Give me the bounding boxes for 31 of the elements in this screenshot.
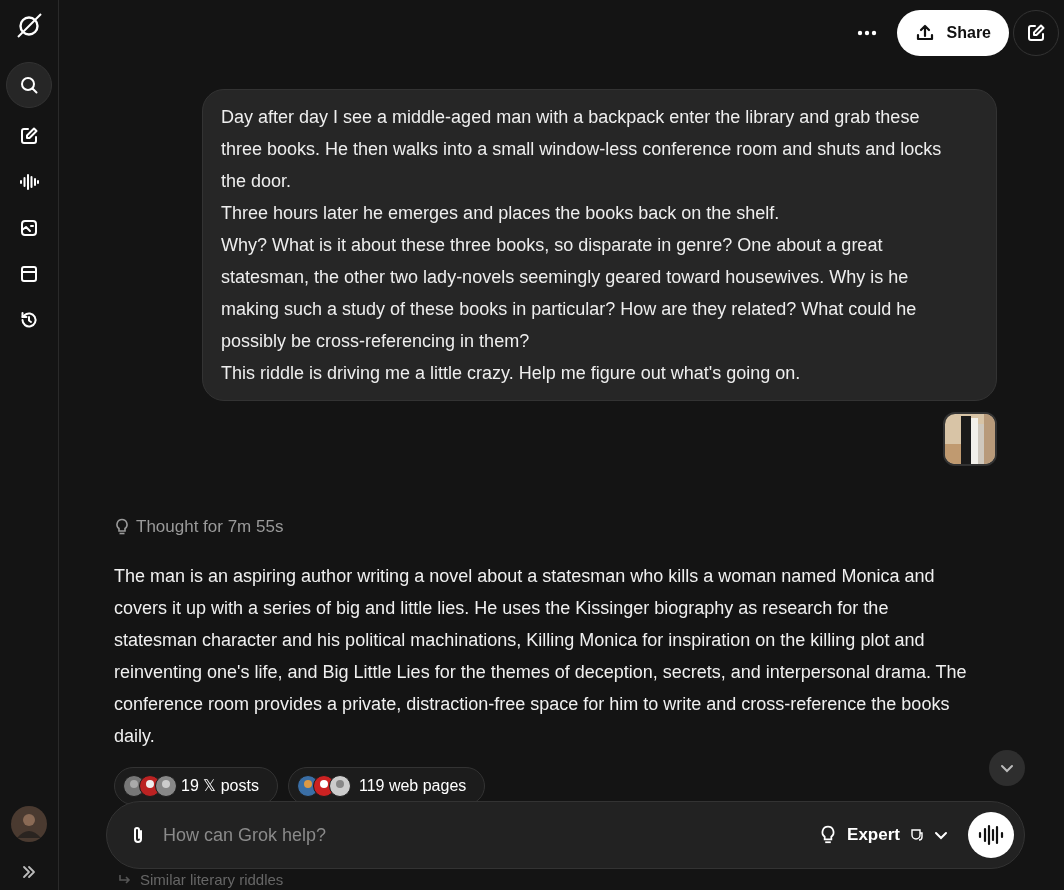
sources-chip[interactable]: 19 𝕏 posts [114,766,278,805]
scroll-down-button[interactable] [989,750,1025,786]
waveform-icon [977,824,1005,846]
message-text: Why? What is it about these three books, so disparate in genre? One about a great statesman, the other two lady-novels seemingly geared toward housewives. Why is he making such a study of these books in particular? How are they related? What could he possibly be cross-referencing in them? [221,234,918,353]
lightbulb-icon [114,517,130,536]
upload-icon [914,23,935,43]
voice-button[interactable] [968,812,1014,858]
waveform-icon [19,172,39,192]
message-text: This riddle is driving me a little crazy. Help me figure out what's going on. [221,362,802,385]
mode-selector[interactable]: Expert [847,822,948,848]
avatar-icon[interactable] [11,806,47,842]
history-icon [19,310,39,330]
share-button[interactable]: Share [896,10,1009,56]
logo-icon[interactable] [15,12,43,40]
response-text: The man is an aspiring author writing a novel about a statesman who kills a woman named Monica and covers it up with a series of big and little lies. He uses the Kissinger biography as research for the statesman character and his political machinations, Killing Monica for inspiration on the killing plot and reinventing one's life, and Big Little Lies for the themes of deception, secrets, and interpersonal drama. The conference room provides a private, distraction-free space for him to write and cross-reference the books daily. [114,564,968,748]
expand-icon[interactable] [21,864,37,880]
search-icon [19,75,39,95]
pencil-square-icon [1026,23,1046,43]
message-text: Three hours later he emerges and places the books back on the shelf. [221,202,781,225]
pencil-square-icon [19,126,39,146]
message-text: Day after day I see a middle-aged man with a backpack enter the library and grab these three books. He then walks into a small window-less conference room and shuts and locks the door. [221,106,943,193]
mask-icon [910,828,924,842]
attachment-thumbnail[interactable] [943,412,997,466]
thought-duration[interactable]: Thought for 7m 55s [136,514,284,540]
prompt-input[interactable]: How can Grok help? Expert [106,801,1025,869]
sidebar-item[interactable] [6,62,52,108]
image-icon [19,218,39,238]
site-icon [328,774,351,797]
avatar-icon [155,774,177,797]
more-icon[interactable] [856,30,877,36]
folder-icon [19,264,39,284]
